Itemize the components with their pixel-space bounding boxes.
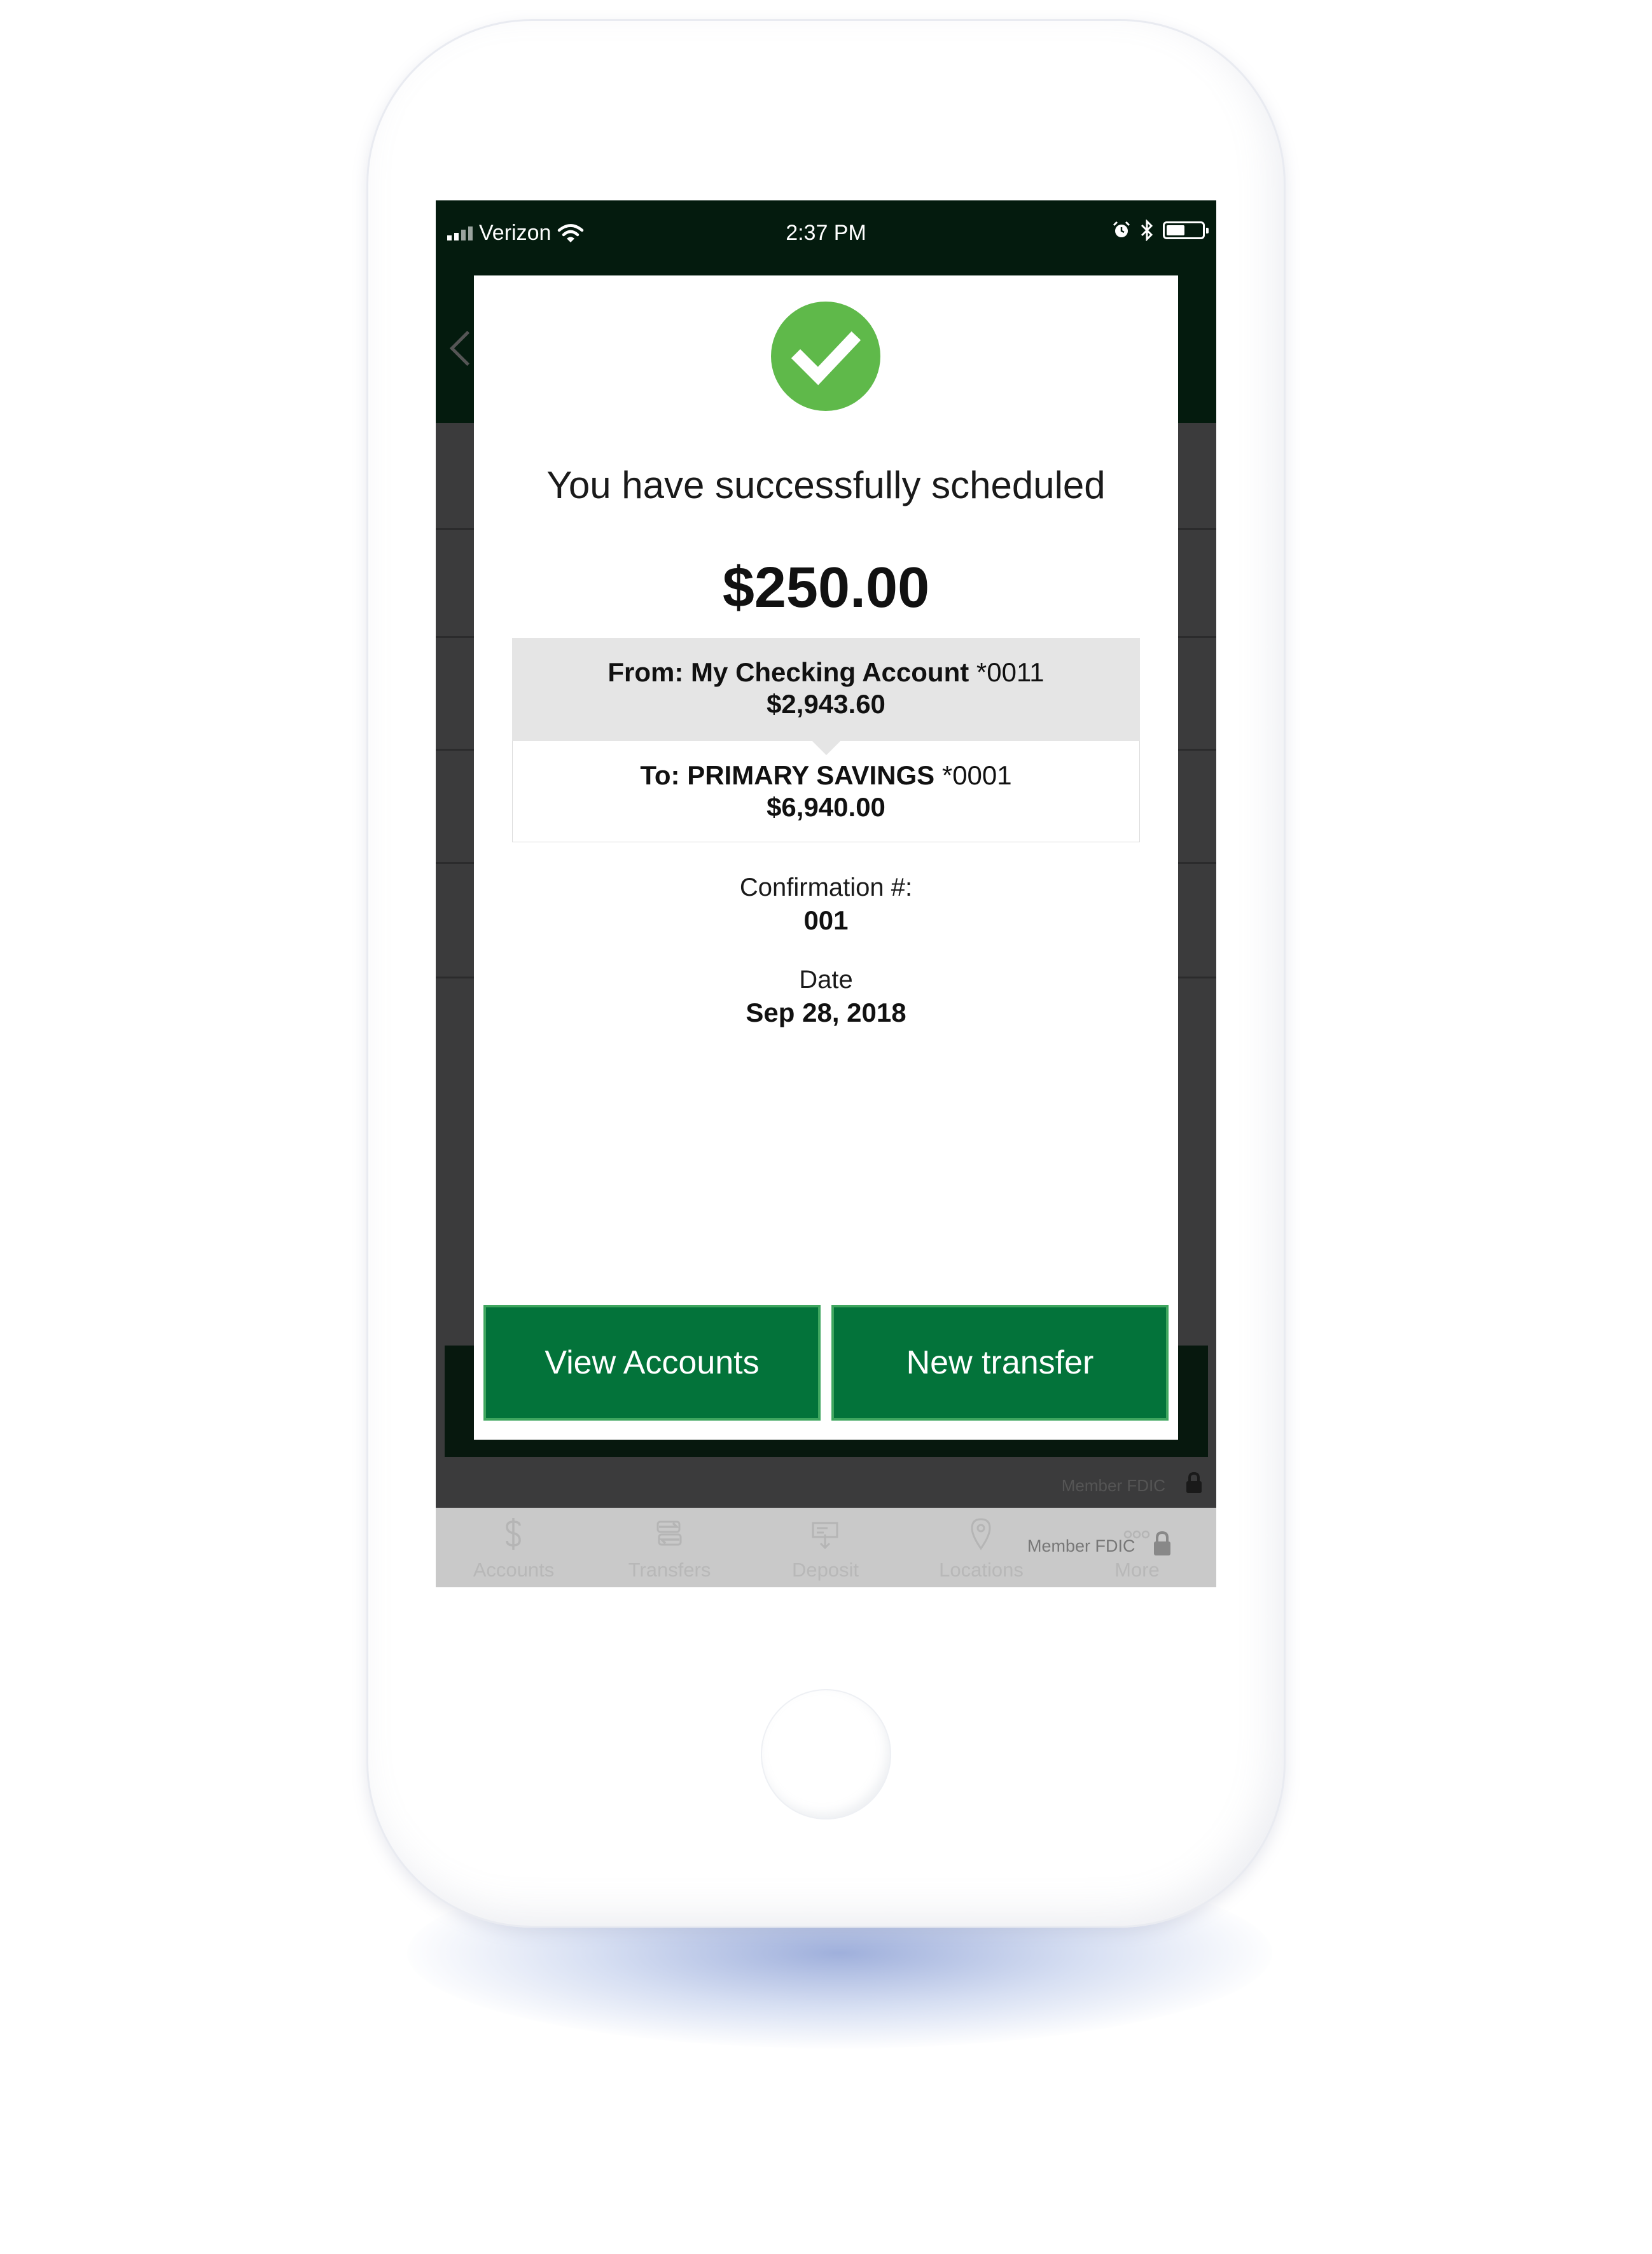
confirmation-number: 001 bbox=[803, 905, 849, 935]
map-pin-icon bbox=[971, 1518, 991, 1550]
from-account-suffix: *0011 bbox=[976, 657, 1045, 687]
tab-accounts[interactable]: Accounts bbox=[436, 1508, 592, 1587]
dollar-icon bbox=[506, 1518, 521, 1550]
success-headline: You have successfully scheduled bbox=[546, 464, 1106, 506]
to-account-suffix: *0001 bbox=[941, 760, 1012, 790]
phone-screen: Verizon 2:37 PM Member FDIC Accounts Tra… bbox=[436, 200, 1216, 1587]
fdic-label: Member FDIC bbox=[1027, 1536, 1135, 1555]
tab-deposit[interactable]: Deposit bbox=[747, 1508, 903, 1587]
home-button[interactable] bbox=[761, 1689, 891, 1819]
view-accounts-button[interactable]: View Accounts bbox=[483, 1305, 821, 1421]
from-to-pointer bbox=[812, 741, 840, 755]
to-balance-value: $6,940.00 bbox=[767, 792, 885, 822]
from-account-balance: $2,943.60 bbox=[512, 689, 1140, 720]
success-check-icon bbox=[771, 302, 880, 411]
confirmation-label: Confirmation #: bbox=[739, 873, 913, 901]
status-time: 2:37 PM bbox=[786, 221, 866, 245]
from-account-line: From: My Checking Account *0011 bbox=[512, 657, 1140, 688]
from-account-name: From: My Checking Account bbox=[607, 657, 969, 687]
from-balance-value: $2,943.60 bbox=[767, 689, 885, 719]
transfer-amount: $250.00 bbox=[722, 556, 930, 620]
bluetooth-icon bbox=[1141, 219, 1153, 241]
tab-transfers[interactable]: Transfers bbox=[592, 1508, 747, 1587]
to-account-name: To: PRIMARY SAVINGS bbox=[640, 760, 935, 790]
to-account-balance: $6,940.00 bbox=[513, 792, 1139, 823]
new-transfer-button[interactable]: New transfer bbox=[831, 1305, 1169, 1421]
transfer-arrows-icon bbox=[656, 1520, 682, 1546]
from-account-box: From: My Checking Account *0011 $2,943.6… bbox=[512, 638, 1140, 741]
alarm-icon bbox=[1113, 221, 1130, 237]
confirmation-modal: You have successfully scheduled $250.00 … bbox=[474, 275, 1178, 1440]
tab-label: Deposit bbox=[791, 1559, 859, 1581]
tab-bar: Accounts Transfers Deposit Locations Mor… bbox=[436, 1508, 1216, 1587]
lock-icon bbox=[1154, 1531, 1170, 1555]
fdic-label-bg: Member FDIC bbox=[1061, 1476, 1165, 1495]
lock-icon bbox=[1186, 1471, 1202, 1493]
date-value: Sep 28, 2018 bbox=[746, 998, 906, 1027]
tab-label: More bbox=[1114, 1559, 1160, 1581]
tab-label: Transfers bbox=[628, 1559, 711, 1581]
tab-label: Accounts bbox=[473, 1559, 555, 1581]
date-label: Date bbox=[799, 966, 853, 994]
tab-label: Locations bbox=[939, 1559, 1024, 1581]
status-icons bbox=[1112, 219, 1209, 241]
battery-icon bbox=[1163, 221, 1209, 239]
to-account-box: To: PRIMARY SAVINGS *0001 $6,940.00 bbox=[512, 741, 1140, 842]
status-bar: Verizon 2:37 PM bbox=[436, 200, 1216, 275]
to-account-line: To: PRIMARY SAVINGS *0001 bbox=[513, 760, 1139, 791]
check-deposit-icon bbox=[812, 1522, 838, 1550]
